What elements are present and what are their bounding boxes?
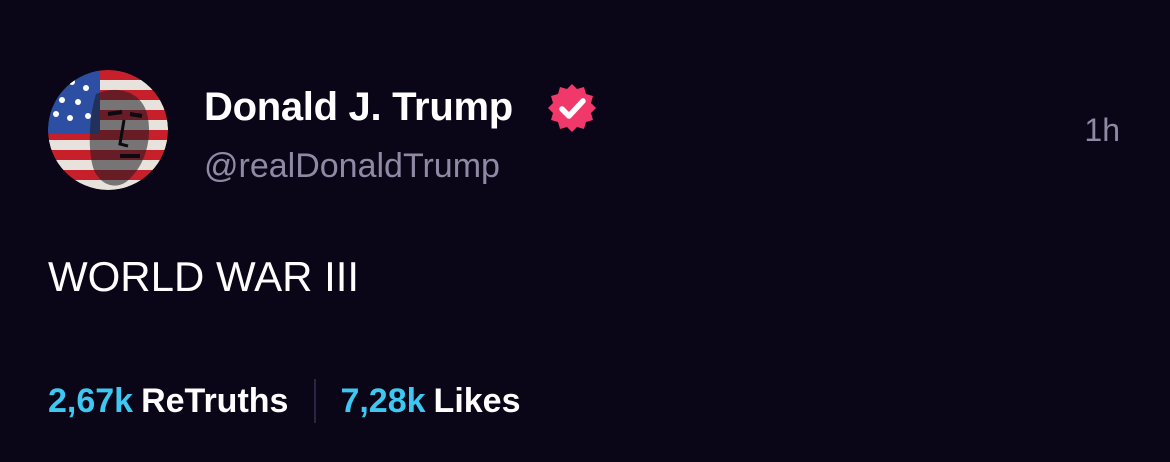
retruths-stat[interactable]: 2,67k ReTruths [48,382,288,421]
verified-badge-icon [546,82,598,134]
likes-count: 7,28k [340,381,426,420]
retruths-count: 2,67k [48,381,134,420]
likes-stat[interactable]: 7,28k Likes [340,382,520,421]
post-timestamp[interactable]: 1h [1084,110,1120,150]
avatar[interactable] [48,70,168,190]
retruths-label: ReTruths [141,381,289,420]
truth-post: Donald J. Trump @realDonaldTrump 1h WORL… [0,0,1170,462]
avatar-flag-portrait-icon [48,70,168,190]
post-text: WORLD WAR III [48,253,360,300]
author-display-name[interactable]: Donald J. Trump [204,83,513,131]
post-stats: 2,67k ReTruths 7,28k Likes [48,378,521,424]
stats-divider [314,379,317,423]
likes-label: Likes [433,381,521,420]
author-handle[interactable]: @realDonaldTrump [204,145,500,187]
